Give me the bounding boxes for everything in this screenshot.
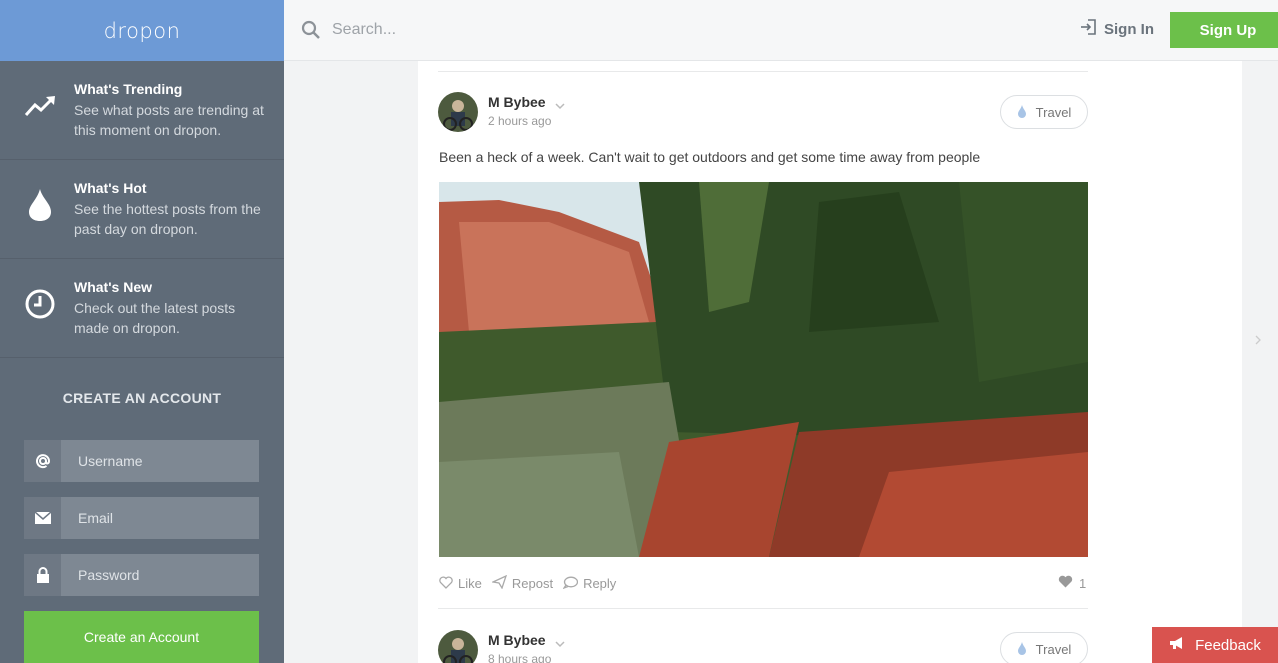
like-label: Like (458, 576, 482, 591)
chevron-down-icon[interactable] (555, 97, 565, 115)
drop-icon (1017, 104, 1036, 121)
avatar[interactable] (438, 92, 478, 132)
sign-in-link[interactable]: Sign In (1080, 19, 1154, 39)
post-image[interactable] (439, 182, 1088, 557)
sidebar-item-trending[interactable]: What's Trending See what posts are trend… (0, 61, 284, 160)
megaphone-icon (1169, 636, 1195, 654)
heart-outline-icon (439, 575, 458, 592)
lock-icon (24, 554, 61, 596)
email-input[interactable] (61, 497, 259, 539)
search-input[interactable] (332, 16, 932, 44)
nav-desc: See what posts are trending at this mome… (74, 102, 264, 138)
divider (438, 71, 1088, 72)
sign-in-icon (1080, 19, 1104, 39)
sidebar: dropon What's Trending See what posts ar… (0, 0, 284, 663)
chevron-right-icon[interactable] (1254, 333, 1262, 351)
avatar[interactable] (438, 630, 478, 663)
envelope-icon (24, 497, 61, 539)
post-time: 2 hours ago (488, 114, 552, 128)
repost-label: Repost (511, 576, 554, 591)
create-account-button[interactable]: Create an Account (24, 611, 259, 663)
feed-card: M Bybee 2 hours ago Travel Been a heck o… (418, 61, 1242, 663)
like-button[interactable]: Like (439, 575, 482, 592)
sidebar-item-hot[interactable]: What's Hot See the hottest posts from th… (0, 160, 284, 259)
like-count-value: 1 (1079, 575, 1087, 591)
post-text: Been a heck of a week. Can't wait to get… (439, 149, 981, 165)
nav-title: What's Hot (74, 180, 147, 196)
reply-label: Reply (583, 576, 617, 591)
username-field (24, 440, 259, 482)
category-tag[interactable]: Travel (1000, 95, 1088, 129)
username-input[interactable] (61, 440, 259, 482)
reply-button[interactable]: Reply (562, 576, 617, 592)
divider (438, 608, 1088, 609)
search-icon (301, 20, 321, 45)
nav-desc: See the hottest posts from the past day … (74, 201, 261, 237)
tag-label: Travel (1035, 641, 1072, 657)
feed: M Bybee 2 hours ago Travel Been a heck o… (284, 61, 1278, 663)
send-icon (490, 574, 512, 592)
at-icon (24, 440, 61, 482)
trending-icon (22, 81, 58, 131)
password-input[interactable] (61, 554, 259, 596)
drop-icon (1017, 641, 1036, 658)
logo[interactable]: dropon (104, 19, 181, 43)
feedback-label: Feedback (1195, 636, 1261, 654)
nav-desc: Check out the latest posts made on dropo… (74, 300, 236, 336)
comment-icon (562, 576, 583, 592)
post-time: 8 hours ago (488, 652, 552, 663)
post-author[interactable]: M Bybee (488, 632, 546, 648)
heart-icon (1058, 575, 1079, 591)
top-bar: Sign In Sign Up (284, 0, 1278, 61)
post-actions: Like Repost Reply (439, 574, 626, 592)
category-tag[interactable]: Travel (1000, 632, 1088, 663)
like-count: 1 (1058, 575, 1086, 591)
create-account-heading: CREATE AN ACCOUNT (62, 390, 222, 406)
sign-in-label: Sign In (1104, 20, 1154, 38)
nav-title: What's Trending (74, 81, 183, 97)
flame-icon (22, 180, 58, 230)
logo-bar: dropon (0, 0, 284, 61)
tag-label: Travel (1035, 104, 1072, 120)
feedback-button[interactable]: Feedback (1152, 627, 1278, 663)
clock-icon (22, 279, 58, 329)
post-author[interactable]: M Bybee (488, 94, 546, 110)
email-field (24, 497, 259, 539)
sidebar-item-new[interactable]: What's New Check out the latest posts ma… (0, 259, 284, 358)
password-field (24, 554, 259, 596)
nav-title: What's New (74, 279, 153, 295)
sign-up-button[interactable]: Sign Up (1170, 12, 1278, 48)
repost-button[interactable]: Repost (490, 574, 554, 592)
chevron-down-icon[interactable] (555, 635, 565, 653)
